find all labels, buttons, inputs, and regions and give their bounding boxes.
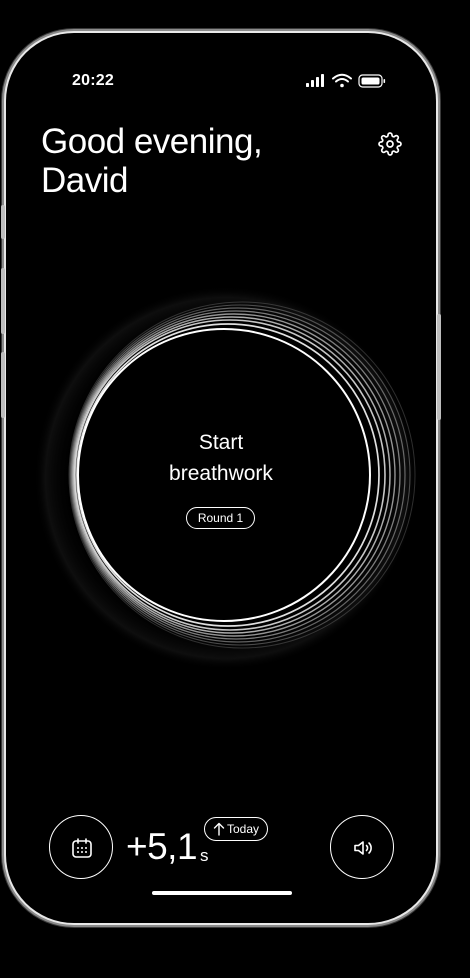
side-button-volume-down	[1, 352, 5, 418]
calendar-button[interactable]	[49, 815, 113, 879]
battery-icon	[358, 74, 386, 88]
start-breathwork-button[interactable]: Start breathwork	[121, 427, 321, 489]
cellular-signal-icon	[306, 74, 324, 87]
side-button-power	[437, 314, 441, 420]
greeting-line-1: Good evening,	[41, 122, 263, 161]
breathwork-label: breathwork	[169, 462, 273, 485]
greeting-title: Good evening, David	[41, 122, 263, 200]
breath-hold-unit: s	[200, 846, 209, 865]
start-label: Start	[198, 431, 244, 454]
wifi-icon	[332, 73, 352, 88]
calendar-icon	[72, 838, 92, 858]
greeting-name: David	[41, 161, 128, 200]
status-time: 20:22	[72, 72, 114, 89]
home-indicator[interactable]	[152, 891, 292, 895]
side-button-silent	[1, 205, 5, 239]
status-icons	[306, 73, 386, 88]
breath-hold-delta: +5,1	[126, 826, 198, 867]
gear-icon[interactable]	[378, 132, 402, 156]
trend-badge[interactable]: Today	[204, 817, 268, 841]
side-button-volume-up	[1, 268, 5, 334]
trend-label: Today	[227, 822, 260, 836]
sound-button[interactable]	[330, 815, 394, 879]
round-badge[interactable]: Round 1	[186, 507, 255, 529]
arrow-up-icon	[213, 822, 225, 836]
speaker-icon	[354, 841, 372, 855]
